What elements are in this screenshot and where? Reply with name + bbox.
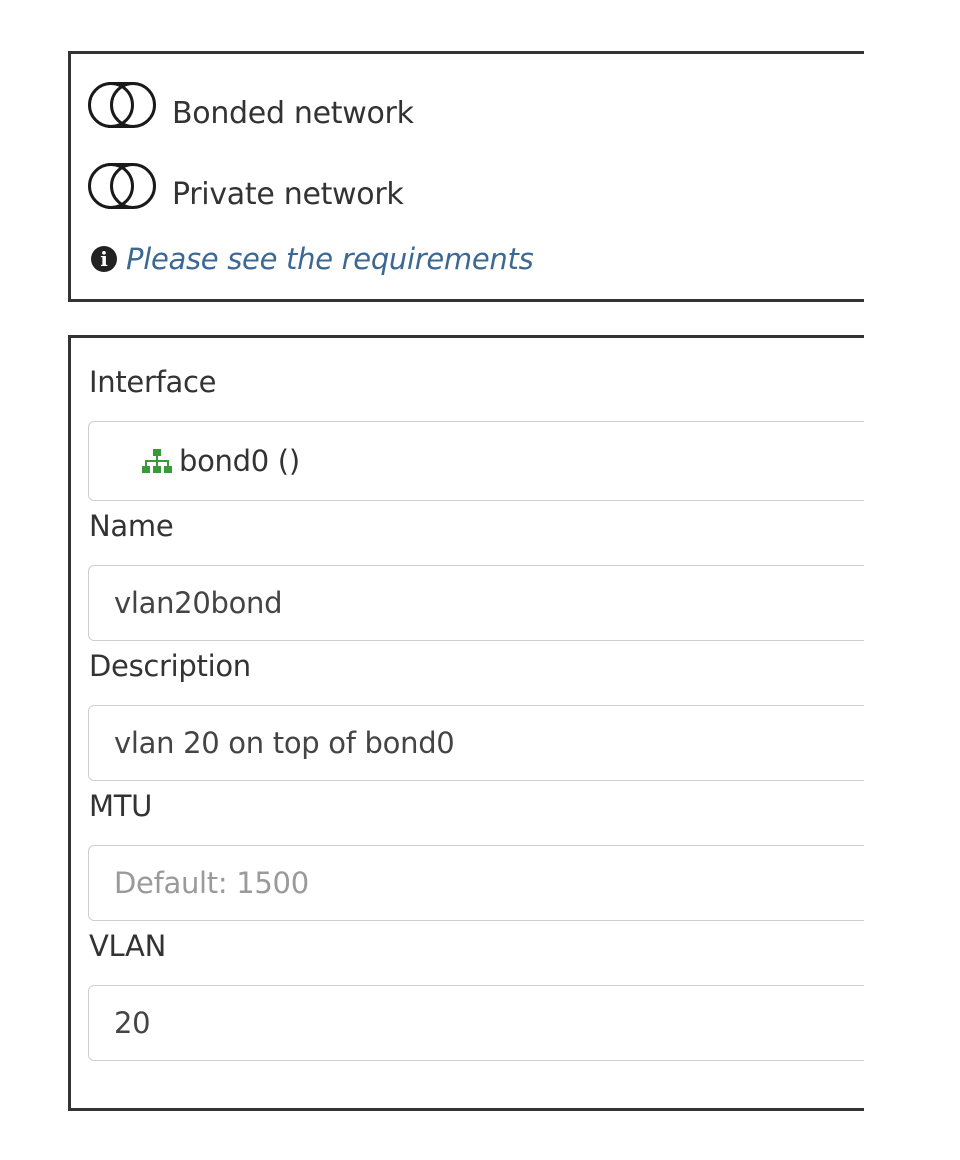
private-network-toggle[interactable] — [88, 163, 160, 209]
info-circle-icon: i — [91, 246, 117, 272]
network-sitemap-icon — [142, 449, 172, 473]
name-field-box — [88, 565, 864, 641]
vlan-field-box — [88, 985, 864, 1061]
toggle-track-top — [108, 163, 134, 166]
mtu-label: MTU — [89, 789, 153, 823]
toggle-track-end — [110, 82, 156, 128]
requirements-note: i Please see the requirements — [91, 242, 534, 276]
network-options-panel: Bonded network Private network i Please … — [68, 51, 864, 302]
requirements-link[interactable]: Please see the requirements — [126, 242, 534, 276]
vlan-form-panel: Interface bond0 () Name Description MTU — [68, 335, 864, 1111]
toggle-track-bottom — [108, 125, 134, 128]
private-network-toggle-row[interactable]: Private network — [88, 162, 404, 212]
private-network-label: Private network — [172, 176, 404, 212]
viewport-clip: Bonded network Private network i Please … — [0, 0, 864, 1160]
toggle-track-top — [108, 82, 134, 85]
name-input[interactable] — [89, 566, 864, 640]
description-label: Description — [89, 649, 251, 683]
name-label: Name — [89, 509, 174, 543]
bonded-network-toggle-row[interactable]: Bonded network — [88, 81, 414, 131]
bonded-network-toggle[interactable] — [88, 82, 160, 128]
vlan-input[interactable] — [89, 986, 864, 1060]
mtu-input[interactable] — [89, 846, 864, 920]
interface-select[interactable]: bond0 () — [88, 421, 864, 501]
toggle-track-end — [110, 163, 156, 209]
interface-label: Interface — [89, 365, 217, 399]
bonded-network-label: Bonded network — [172, 95, 414, 131]
mtu-field-box — [88, 845, 864, 921]
vlan-label: VLAN — [89, 929, 166, 963]
interface-selected-value: bond0 () — [179, 444, 300, 478]
description-input[interactable] — [89, 706, 864, 780]
description-field-box — [88, 705, 864, 781]
toggle-track-bottom — [108, 206, 134, 209]
